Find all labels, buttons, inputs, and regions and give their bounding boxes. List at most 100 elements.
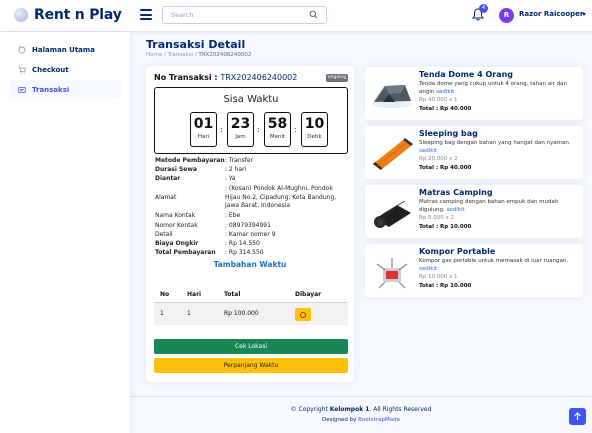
sidebar-item-label: Halaman Utama xyxy=(32,45,95,54)
product-name: Sleeping bag xyxy=(419,129,478,138)
product-description: Tenda dome yang cukup untuk 4 orang, tah… xyxy=(419,81,567,95)
search-icon[interactable] xyxy=(309,10,318,19)
search-input[interactable]: Search xyxy=(162,6,327,24)
transaction-number: No Transaksi : TRX202406240002 xyxy=(154,73,297,82)
top-header: Rent n Play Search 4 R Razor Raicooper xyxy=(0,0,592,32)
product-name: Tenda Dome 4 Orang xyxy=(419,70,514,79)
page-title: Transaksi Detail xyxy=(146,38,246,51)
grid-icon xyxy=(18,46,26,53)
brand-logo[interactable]: Rent n Play xyxy=(14,7,122,23)
stove-image xyxy=(376,258,408,289)
brand-name: Rent n Play xyxy=(34,7,122,23)
detail-value: : Transfer xyxy=(225,157,254,164)
tent-image xyxy=(372,85,412,108)
cart-icon xyxy=(18,66,26,74)
product-description: Matras camping dengan bahan empuk dan mu… xyxy=(419,199,559,213)
detail-key: Nama Kontak xyxy=(155,212,196,219)
sidebar-item-checkout[interactable]: Checkout xyxy=(9,60,121,79)
extend-time-button[interactable]: Perpanjang Waktu xyxy=(154,358,348,373)
pay-button[interactable] xyxy=(295,308,311,321)
chevron-down-icon[interactable] xyxy=(582,13,586,16)
payment-icon xyxy=(300,311,306,318)
product-card[interactable]: Sleeping bag Sleeping bag dengan bahan y… xyxy=(365,126,583,179)
detail-value: : Rp 314.550 xyxy=(225,249,264,256)
timer-days: 01 Hari xyxy=(190,112,217,147)
sidebar-item-halaman-utama[interactable]: Halaman Utama xyxy=(9,40,121,59)
countdown-timer: Sisa Waktu 01 Hari : 23 Jam : 58 Menit :… xyxy=(154,87,348,154)
product-description: Sleeping bag dengan bahan yang hangat da… xyxy=(419,140,571,154)
detail-key: Durasi Sewa xyxy=(155,166,197,173)
cell-hari: 1 xyxy=(187,310,191,317)
timer-hours: 23 Jam xyxy=(227,112,254,147)
product-description: Kompor gas portable untuk memasak di lua… xyxy=(419,258,569,272)
menu-toggle-icon[interactable] xyxy=(140,9,152,21)
mat-image xyxy=(374,200,411,228)
check-location-button[interactable]: Cek Lokasi xyxy=(154,339,348,354)
read-more-link[interactable]: sedikit xyxy=(419,148,437,154)
timer-hours-label: Jam xyxy=(235,134,246,140)
detail-value: : (Kosan) Pondok Al-Mughni, Pondok Hijau… xyxy=(225,185,337,209)
detail-key: Biaya Ongkir xyxy=(155,240,199,247)
read-more-link[interactable]: sedikit xyxy=(419,266,437,272)
product-price: Rp 20.000 x 2 xyxy=(419,156,458,162)
sidebar-item-transaksi[interactable]: Transaksi xyxy=(9,80,121,99)
avatar[interactable]: R xyxy=(499,8,514,23)
timer-seconds: 10 Detik xyxy=(301,112,328,147)
product-total: Total : Rp 40.000 xyxy=(419,165,472,171)
timer-minutes-value: 58 xyxy=(267,116,288,132)
product-name: Kompor Portable xyxy=(419,247,496,256)
back-to-top-button[interactable] xyxy=(569,408,586,425)
detail-key: Nomor Kontak xyxy=(155,222,198,229)
cell-no: 1 xyxy=(160,310,164,317)
breadcrumb: Home / Transaksi / TRX202406240002 xyxy=(146,52,252,58)
detail-key: Alamat xyxy=(155,193,177,201)
logo-mark-icon xyxy=(14,8,28,22)
product-total: Total : Rp 40.000 xyxy=(419,106,472,112)
credits: Designed by BootstrapMade xyxy=(322,417,400,423)
column-header: Hari xyxy=(187,291,202,298)
extension-title: Tambahan Waktu xyxy=(213,260,287,269)
sleeping-bag-image xyxy=(373,138,413,170)
detail-value: : 08979394991 xyxy=(225,222,271,229)
transaction-number-value: TRX202406240002 xyxy=(220,73,298,82)
timer-separator: : xyxy=(257,125,260,134)
table-header: No Hari Total Dibayar xyxy=(154,286,348,303)
designer-link[interactable]: BootstrapMade xyxy=(358,417,400,423)
breadcrumb-current: TRX202406240002 xyxy=(198,52,252,58)
timer-title: Sisa Waktu xyxy=(223,94,279,105)
timer-days-value: 01 xyxy=(193,116,214,132)
timer-hours-value: 23 xyxy=(230,116,251,132)
product-total: Total : Rp 10.000 xyxy=(419,224,472,230)
read-more-link[interactable]: sedikit xyxy=(436,89,454,95)
product-card[interactable]: Tenda Dome 4 Orang Tenda dome yang cukup… xyxy=(365,67,583,120)
product-total: Total : Rp 10.000 xyxy=(419,283,472,289)
timer-days-label: Hari xyxy=(197,134,210,140)
product-card[interactable]: Kompor Portable Kompor gas portable untu… xyxy=(365,244,583,297)
detail-value: : 2 hari xyxy=(225,166,247,173)
table-row: 1 1 Rp 100.000 xyxy=(154,303,348,325)
timer-seconds-value: 10 xyxy=(304,116,325,132)
footer: © Copyright Kelompok 1. All Rights Reser… xyxy=(130,396,592,433)
notification-badge: 4 xyxy=(479,4,488,13)
sidebar-item-label: Checkout xyxy=(32,65,69,74)
detail-key: Total Pembayaran xyxy=(155,249,216,256)
arrow-up-icon xyxy=(574,412,581,420)
product-card[interactable]: Matras Camping Matras camping dengan bah… xyxy=(365,185,583,238)
detail-value: : Ya xyxy=(225,175,236,182)
timer-seconds-label: Detik xyxy=(307,134,322,140)
breadcrumb-transaksi[interactable]: Transaksi xyxy=(168,52,193,58)
timer-minutes: 58 Menit xyxy=(264,112,291,147)
sidebar: Halaman Utama Checkout Transaksi xyxy=(0,32,130,433)
read-more-link[interactable]: sedikit xyxy=(447,207,465,213)
sidebar-item-label: Transaksi xyxy=(32,85,70,94)
timer-separator: : xyxy=(220,125,223,134)
breadcrumb-home[interactable]: Home xyxy=(146,52,162,58)
column-header: Dibayar xyxy=(295,291,322,298)
detail-value: : Ebe xyxy=(225,212,241,219)
search-placeholder: Search xyxy=(171,11,194,19)
product-price: Rp 10.000 x 1 xyxy=(419,274,458,280)
detail-key: Diantar xyxy=(155,175,181,182)
receipt-icon xyxy=(18,86,26,93)
user-name[interactable]: Razor Raicooper xyxy=(519,10,583,18)
column-header: No xyxy=(160,291,170,298)
